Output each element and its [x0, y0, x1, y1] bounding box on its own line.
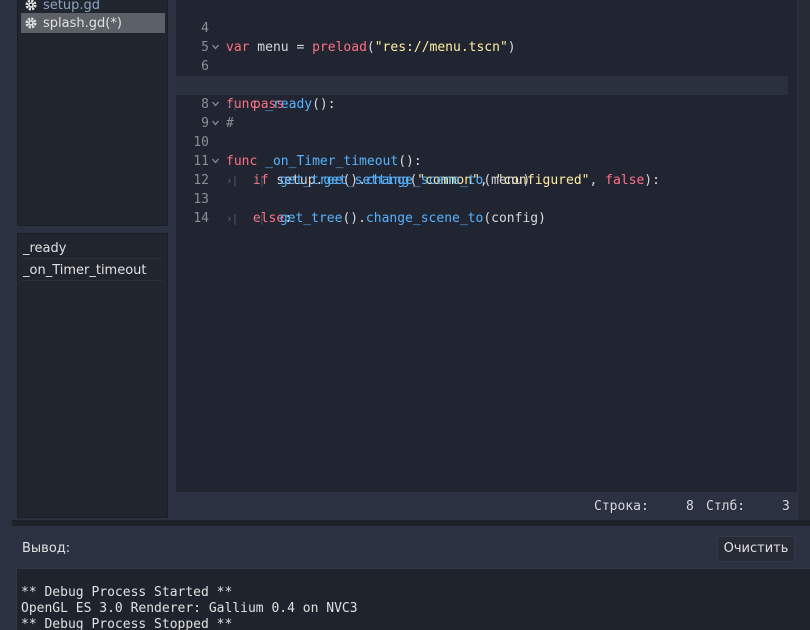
line-value: 8 [686, 499, 694, 514]
script-editor-window: setup.gd splash.gd(*) _ready _on_Timer_t… [0, 0, 810, 630]
code-line: 7 ›| pass [176, 57, 788, 112]
code-line: 11 ›| ›| get_tree().change_scene_to(menu… [176, 133, 788, 188]
output-header: Вывод: Очистить [12, 534, 810, 564]
script-item-label: splash.gd(*) [43, 15, 122, 31]
script-list: setup.gd splash.gd(*) [17, 0, 168, 226]
column-value: 3 [782, 499, 790, 514]
code-line-current: 8 # [176, 76, 788, 131]
fold-arrow-icon[interactable] [212, 120, 219, 126]
code-line: 12 ›| else: [176, 152, 788, 226]
output-log[interactable]: ** Debug Process Started ** OpenGL ES 3.… [16, 568, 810, 630]
code-line: 6 func _ready(): [176, 38, 788, 112]
code-line: 9 func _on_Timer_timeout(): [176, 95, 788, 169]
panel-splitter[interactable] [12, 520, 810, 526]
code-line: 5 [176, 19, 788, 55]
editor-status-bar: Строка: 8 Стлб: 3 [176, 494, 797, 520]
line-label: Строка: [594, 499, 649, 514]
fold-arrow-icon[interactable] [212, 44, 219, 50]
line-number: 14 [193, 211, 209, 226]
method-item-on-timer-timeout[interactable]: _on_Timer_timeout [22, 260, 162, 281]
code-line: 10 ›| if setup.get_setting("common", "co… [176, 114, 788, 188]
method-list: _ready _on_Timer_timeout [17, 233, 168, 518]
output-title: Вывод: [22, 541, 71, 556]
code-line: 4 var menu = preload("res://menu.tscn") [176, 0, 788, 55]
code-line: 13 ›| ›| get_tree().change_scene_to(conf… [176, 171, 788, 226]
output-line: ** Debug Process Stopped ** [21, 617, 233, 630]
code-text: ›| ›| get_tree().change_scene_to(config) [226, 211, 546, 226]
gear-icon [25, 17, 37, 29]
gear-icon [25, 0, 37, 11]
editor-scrollbar[interactable] [798, 0, 810, 520]
column-label: Стлб: [706, 499, 746, 514]
method-item-ready[interactable]: _ready [22, 238, 162, 259]
fold-arrow-icon[interactable] [212, 158, 219, 164]
script-item-label: setup.gd [43, 0, 100, 13]
code-editor[interactable]: 4 var menu = preload("res://menu.tscn") … [176, 0, 797, 492]
tab-indent-icon: ›| [252, 212, 265, 225]
output-line: ** Debug Process Started ** [21, 585, 233, 600]
code-line: 14 [176, 190, 788, 226]
tab-indent-icon: ›| [226, 212, 238, 225]
script-item-splash[interactable]: splash.gd(*) [21, 13, 165, 33]
fold-arrow-icon[interactable] [212, 101, 219, 107]
output-line: OpenGL ES 3.0 Renderer: Gallium 0.4 on N… [21, 601, 358, 616]
clear-button[interactable]: Очистить [717, 536, 795, 562]
